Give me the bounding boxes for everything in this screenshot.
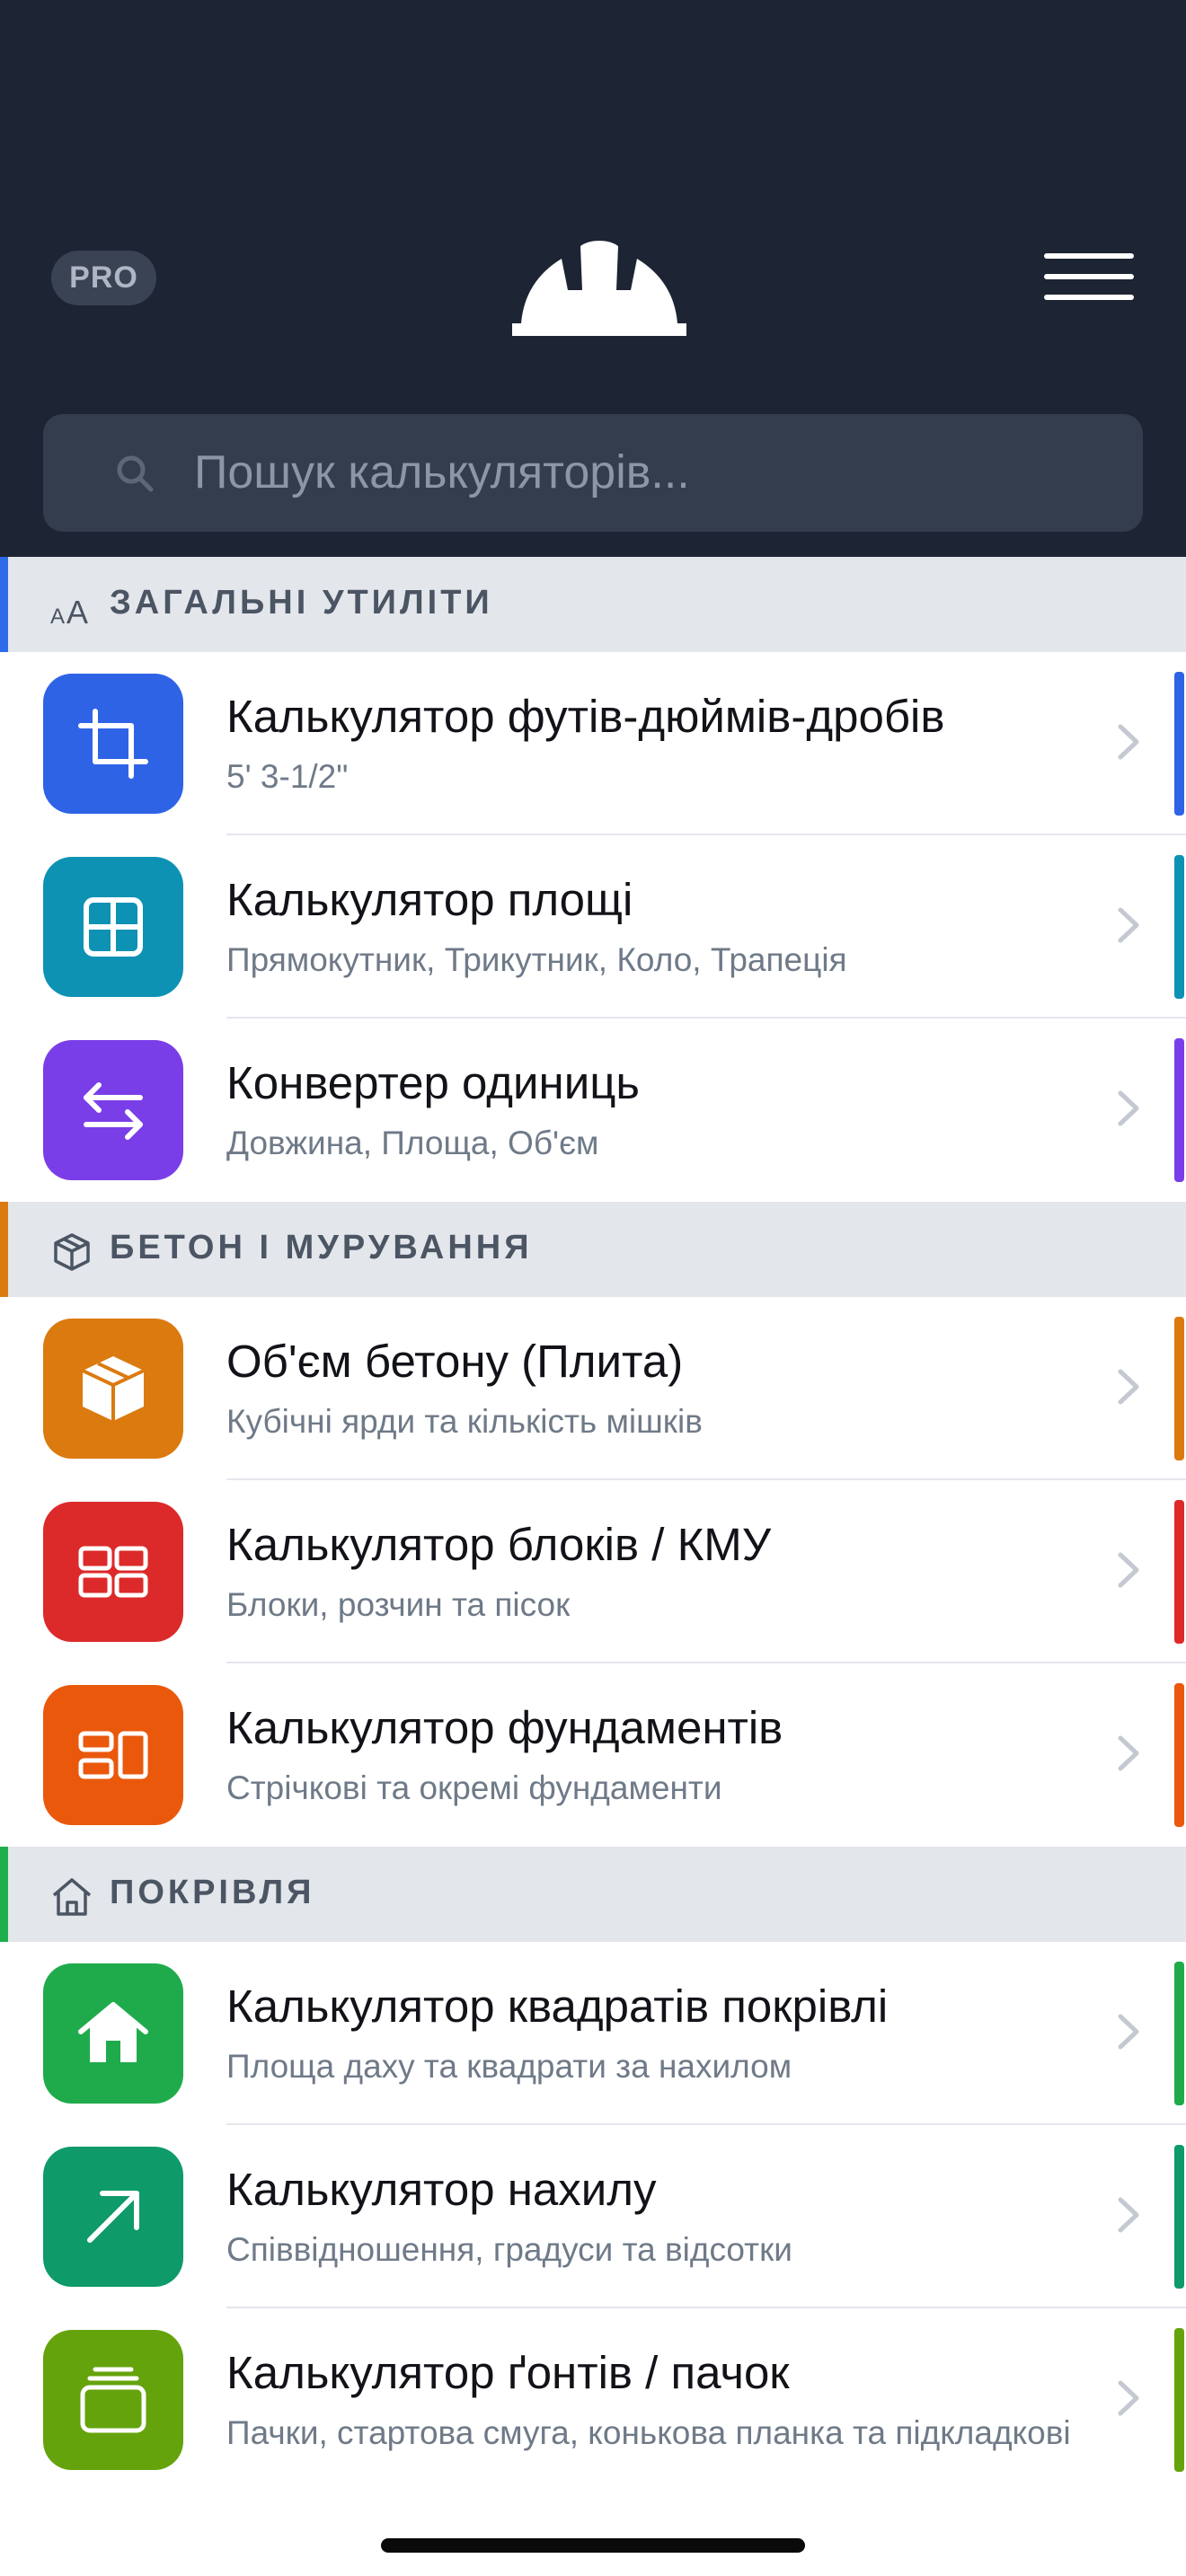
list-item-feet-inch-calculator[interactable]: Калькулятор футів-дюймів-дробів 5' 3-1/2… bbox=[0, 652, 1186, 835]
blocks-icon bbox=[78, 1546, 148, 1598]
chevron-right-icon bbox=[1118, 2014, 1139, 2050]
list-item-shingles-calculator[interactable]: Калькулятор ґонтів / пачок Пачки, старто… bbox=[0, 2308, 1186, 2492]
section-accent bbox=[0, 1202, 8, 1299]
item-title: Калькулятор ґонтів / пачок bbox=[226, 2347, 790, 2398]
section-header-roofing: ПОКРІВЛЯ bbox=[0, 1847, 1186, 1944]
item-subtitle: Стрічкові та окремі фундаменти bbox=[226, 1769, 722, 1806]
chevron-right-icon bbox=[1118, 724, 1139, 760]
house-outline-icon bbox=[52, 1878, 92, 1916]
item-accent-bar bbox=[1174, 2328, 1184, 2472]
chevron-right-icon bbox=[1118, 1090, 1139, 1126]
list-item-area-calculator[interactable]: Калькулятор площі Прямокутник, Трикутник… bbox=[0, 835, 1186, 1019]
item-accent-bar bbox=[1174, 1500, 1184, 1644]
hamburger-menu-icon[interactable] bbox=[1040, 250, 1137, 304]
svg-text:A: A bbox=[50, 604, 65, 627]
tile bbox=[43, 1040, 183, 1180]
tile bbox=[43, 2330, 183, 2470]
list-item-concrete-volume[interactable]: Об'єм бетону (Плита) Кубічні ярди та кіл… bbox=[0, 1297, 1186, 1480]
tile bbox=[43, 1319, 183, 1459]
section-header-general-utilities: A A ЗАГАЛЬНІ УТИЛІТИ bbox=[0, 557, 1186, 654]
layers-icon bbox=[80, 2367, 146, 2433]
item-title: Об'єм бетону (Плита) bbox=[226, 1336, 684, 1387]
pro-badge[interactable]: PRO bbox=[51, 251, 156, 305]
tile bbox=[43, 857, 183, 997]
item-title: Калькулятор нахилу bbox=[226, 2164, 657, 2215]
crop-icon bbox=[78, 709, 148, 779]
chevron-right-icon bbox=[1118, 907, 1139, 943]
item-subtitle: Довжина, Площа, Об'єм bbox=[226, 1125, 599, 1161]
tile bbox=[43, 2147, 183, 2287]
list-item-unit-converter[interactable]: Конвертер одиниць Довжина, Площа, Об'єм bbox=[0, 1019, 1186, 1202]
house-icon bbox=[78, 2002, 148, 2062]
arrow-up-right-icon bbox=[87, 2191, 139, 2243]
list-item-foundation-calculator[interactable]: Калькулятор фундаментів Стрічкові та окр… bbox=[0, 1663, 1186, 1847]
home-indicator[interactable] bbox=[381, 2538, 805, 2553]
tile bbox=[43, 674, 183, 814]
tile bbox=[43, 1685, 183, 1825]
search-icon bbox=[117, 455, 154, 492]
chevron-right-icon bbox=[1118, 1552, 1139, 1588]
item-title: Калькулятор квадратів покрівлі bbox=[226, 1981, 889, 2032]
chevron-right-icon bbox=[1118, 1369, 1139, 1405]
item-accent-bar bbox=[1174, 1038, 1184, 1182]
item-accent-bar bbox=[1174, 672, 1184, 816]
section-header-concrete-masonry: БЕТОН І МУРУВАННЯ bbox=[0, 1202, 1186, 1299]
item-subtitle: Співвідношення, градуси та відсотки bbox=[226, 2231, 792, 2268]
item-subtitle: Прямокутник, Трикутник, Коло, Трапеція bbox=[226, 941, 847, 978]
text-size-icon: A A bbox=[50, 594, 88, 627]
tile bbox=[43, 1963, 183, 2104]
chevron-right-icon bbox=[1118, 2197, 1139, 2233]
item-accent-bar bbox=[1174, 1683, 1184, 1827]
hard-hat-icon bbox=[512, 241, 686, 336]
item-subtitle: Кубічні ярди та кількість мішків bbox=[226, 1403, 703, 1440]
item-title: Конвертер одиниць bbox=[226, 1057, 640, 1108]
item-accent-bar bbox=[1174, 855, 1184, 999]
item-subtitle: Пачки, стартова смуга, конькова планка т… bbox=[226, 2414, 1071, 2451]
item-title: Калькулятор фундаментів bbox=[226, 1702, 783, 1753]
cube-outline-icon bbox=[54, 1233, 90, 1271]
item-accent-bar bbox=[1174, 1962, 1184, 2105]
section-accent bbox=[0, 557, 8, 654]
item-title: Калькулятор футів-дюймів-дробів bbox=[226, 691, 945, 742]
swap-arrows-icon bbox=[84, 1082, 143, 1140]
tile bbox=[43, 1502, 183, 1642]
item-title: Калькулятор блоків / КМУ bbox=[226, 1519, 772, 1570]
search-bar[interactable] bbox=[43, 414, 1143, 532]
footing-icon bbox=[78, 1731, 148, 1779]
item-accent-bar bbox=[1174, 2145, 1184, 2289]
section-title: ПОКРІВЛЯ bbox=[110, 1874, 315, 1911]
search-input[interactable] bbox=[194, 432, 1111, 513]
app-header: PRO bbox=[0, 0, 1186, 557]
section-title: БЕТОН І МУРУВАННЯ bbox=[110, 1229, 533, 1266]
list-item-roof-squares[interactable]: Калькулятор квадратів покрівлі Площа дах… bbox=[0, 1942, 1186, 2125]
section-accent bbox=[0, 1847, 8, 1944]
item-title: Калькулятор площі bbox=[226, 874, 633, 925]
chevron-right-icon bbox=[1118, 1735, 1139, 1771]
box-icon bbox=[82, 1356, 145, 1421]
grid-square-icon bbox=[84, 897, 143, 957]
chevron-right-icon bbox=[1118, 2380, 1139, 2416]
section-title: ЗАГАЛЬНІ УТИЛІТИ bbox=[110, 584, 493, 622]
item-subtitle: Площа даху та квадрати за нахилом bbox=[226, 2048, 792, 2085]
list-item-block-calculator[interactable]: Калькулятор блоків / КМУ Блоки, розчин т… bbox=[0, 1480, 1186, 1663]
list-item-pitch-calculator[interactable]: Калькулятор нахилу Співвідношення, граду… bbox=[0, 2125, 1186, 2308]
svg-text:A: A bbox=[66, 594, 88, 627]
item-subtitle: 5' 3-1/2" bbox=[226, 758, 349, 795]
item-subtitle: Блоки, розчин та пісок bbox=[226, 1586, 571, 1623]
item-accent-bar bbox=[1174, 1317, 1184, 1460]
